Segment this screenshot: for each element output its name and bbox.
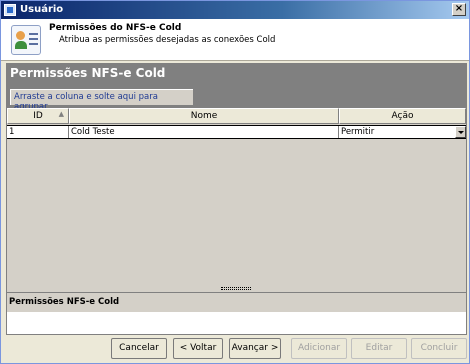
table-row[interactable]: 1 Cold Teste Permitir [7, 125, 466, 139]
column-header-acao[interactable]: Ação [339, 108, 466, 124]
group-by-hint: Arraste a coluna e solte aqui para agrup… [10, 89, 193, 112]
user-permissions-icon [11, 25, 41, 55]
grip-icon [221, 287, 251, 290]
wizard-step-title: Permissões do NFS-e Cold [49, 23, 182, 33]
wizard-step-subtitle: Atribua as permissões desejadas as conex… [59, 35, 276, 45]
button-bar: Cancelar < Voltar Avançar > Adicionar Ed… [1, 338, 469, 362]
column-header-nome[interactable]: Nome [69, 108, 339, 124]
back-button[interactable]: < Voltar [173, 338, 223, 359]
permissions-panel: Permissões NFS-e Cold Arraste a coluna e… [6, 63, 467, 335]
action-select[interactable]: Permitir [339, 126, 466, 138]
next-button[interactable]: Avançar > [229, 338, 281, 359]
description-title: Permissões NFS-e Cold [7, 292, 466, 312]
close-icon: × [454, 3, 464, 14]
wizard-header: Permissões do NFS-e Cold Atribua as perm… [1, 19, 469, 61]
dialog-window: Usuário × Permissões do NFS-e Cold Atrib… [0, 0, 470, 364]
app-icon [4, 4, 16, 16]
group-by-area[interactable]: Arraste a coluna e solte aqui para agrup… [7, 82, 466, 112]
permissions-grid: ID ▲ Nome Ação 1 Cold Teste Permitir [7, 108, 466, 286]
finish-button[interactable]: Concluir [411, 338, 467, 359]
description-body [7, 312, 466, 334]
sort-icon: ▲ [58, 110, 64, 118]
dropdown-arrow-icon[interactable] [455, 126, 466, 138]
panel-title: Permissões NFS-e Cold [7, 64, 466, 82]
edit-button[interactable]: Editar [351, 338, 407, 359]
column-header-id[interactable]: ID ▲ [7, 108, 69, 124]
window-title: Usuário [20, 4, 64, 15]
cancel-button[interactable]: Cancelar [111, 338, 167, 359]
close-button[interactable]: × [452, 3, 466, 16]
action-select-value: Permitir [341, 127, 375, 137]
add-button[interactable]: Adicionar [291, 338, 347, 359]
cell-id: 1 [7, 126, 69, 138]
cell-nome: Cold Teste [69, 126, 339, 138]
title-bar: Usuário × [1, 1, 469, 19]
